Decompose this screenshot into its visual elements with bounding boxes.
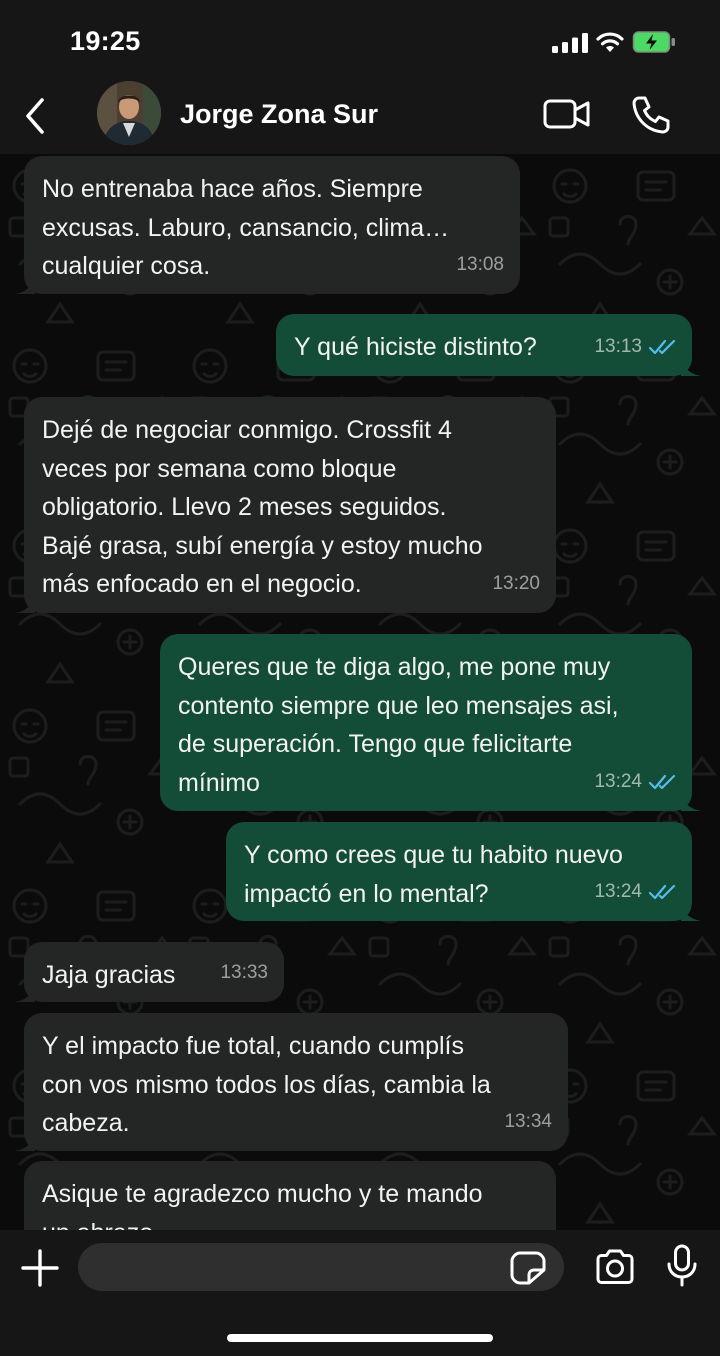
voice-call-button[interactable] <box>630 94 672 136</box>
message-time: 13:24 <box>594 880 642 902</box>
bubble-tail <box>681 901 701 921</box>
message-bubble[interactable]: Y qué hiciste distinto? 13:13 <box>276 314 701 376</box>
message-time: 13:33 <box>220 961 268 983</box>
double-check-icon <box>648 774 676 789</box>
home-indicator[interactable] <box>227 1334 493 1342</box>
message-time: 13:34 <box>504 1110 552 1132</box>
back-button[interactable] <box>18 94 54 138</box>
signal-icon <box>552 33 588 53</box>
microphone-button[interactable] <box>666 1244 698 1288</box>
attach-button[interactable] <box>20 1248 60 1288</box>
message-text: No entrenaba hace años. Siempre excusas.… <box>42 175 450 280</box>
message-meta: 13:24 <box>594 763 676 802</box>
message-bubble[interactable]: Asique te agradezco mucho y te mando un … <box>24 1161 556 1230</box>
message-time: 13:24 <box>594 770 642 792</box>
sticker-button[interactable] <box>510 1251 546 1285</box>
message-time: 13:08 <box>456 253 504 275</box>
double-check-icon <box>648 884 676 899</box>
message-meta: 13:20 <box>492 565 540 604</box>
message-meta: 13:24 <box>594 873 676 912</box>
wifi-icon <box>596 32 624 52</box>
message-bubble[interactable]: Queres que te diga algo, me pone muy con… <box>160 634 701 811</box>
bubble-tail <box>15 982 35 1002</box>
message-bubble[interactable]: Y como crees que tu habito nuevo impactó… <box>226 822 701 921</box>
camera-button[interactable] <box>594 1248 636 1286</box>
message-meta: 13:34 <box>504 1103 552 1142</box>
message-text: Y el impacto fue total, cuando cumplís c… <box>42 1032 491 1137</box>
message-text: Asique te agradezco mucho y te mando un … <box>42 1180 483 1230</box>
bubble-tail <box>681 791 701 811</box>
message-bubble[interactable]: Jaja gracias 13:33 <box>15 942 284 1002</box>
message-meta: 13:08 <box>456 246 504 285</box>
message-bubble[interactable]: No entrenaba hace años. Siempre excusas.… <box>15 156 520 294</box>
message-bubble[interactable]: Dejé de negociar conmigo. Crossfit 4 vec… <box>15 397 556 613</box>
bubble-tail <box>15 274 35 294</box>
video-call-button[interactable] <box>542 96 592 132</box>
status-bar: 19:25 <box>0 0 720 80</box>
status-time: 19:25 <box>70 26 141 56</box>
message-meta: 13:33 <box>220 954 268 993</box>
message-bubble[interactable]: Y el impacto fue total, cuando cumplís c… <box>15 1013 568 1151</box>
chat-header: Jorge Zona Sur <box>0 80 720 154</box>
bubble-tail <box>15 593 35 613</box>
message-meta: 13:13 <box>594 328 676 367</box>
message-input[interactable] <box>78 1243 564 1291</box>
composer-bar <box>0 1230 720 1356</box>
contact-name[interactable]: Jorge Zona Sur <box>180 99 378 130</box>
message-text: Dejé de negociar conmigo. Crossfit 4 vec… <box>42 416 483 598</box>
bubble-tail <box>681 356 701 376</box>
message-time: 13:13 <box>594 335 642 357</box>
double-check-icon <box>648 339 676 354</box>
battery-charging-icon <box>632 31 675 53</box>
message-time: 13:20 <box>492 572 540 594</box>
bubble-tail <box>15 1131 35 1151</box>
chat-area[interactable]: No entrenaba hace años. Siempre excusas.… <box>0 154 720 1230</box>
avatar[interactable] <box>97 81 161 145</box>
